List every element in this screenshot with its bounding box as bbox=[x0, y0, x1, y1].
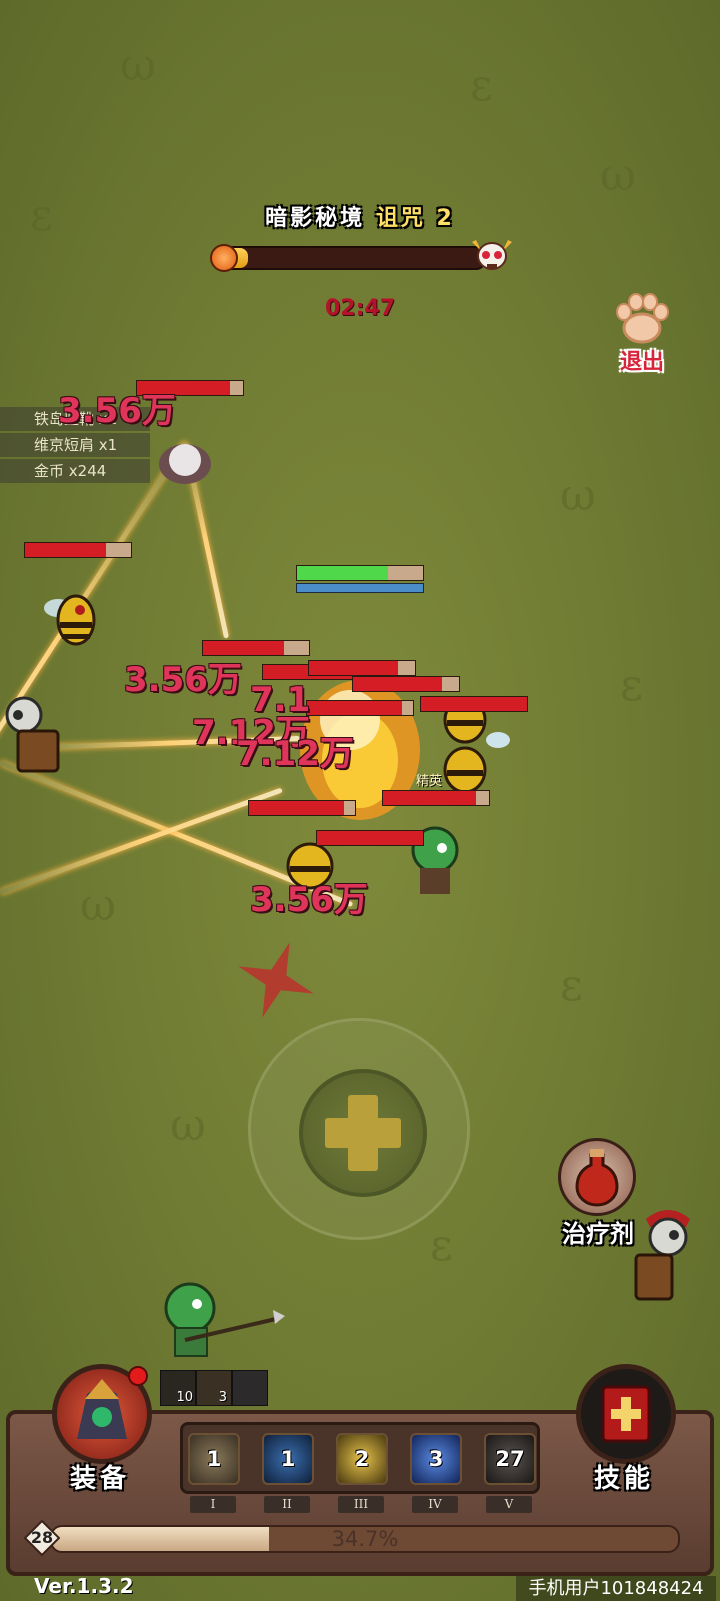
equipment-button[interactable]: 装备 bbox=[48, 1364, 152, 1494]
skill-level: 3 bbox=[428, 1447, 444, 1471]
skill-slot-numeral: I bbox=[190, 1496, 236, 1513]
skill-slot-5[interactable]: 27 bbox=[484, 1433, 536, 1485]
background-doodle: ω bbox=[560, 470, 596, 521]
skills-button-label: 技能 bbox=[593, 1464, 654, 1494]
joystick-knob[interactable] bbox=[299, 1069, 427, 1197]
skill-slot-4[interactable]: 3 bbox=[410, 1433, 462, 1485]
player-hp-bar bbox=[296, 565, 424, 581]
boss-skull-icon bbox=[468, 236, 516, 276]
user-id-label: 手机用户101848424 bbox=[516, 1576, 716, 1601]
background-doodle: ε bbox=[620, 660, 643, 711]
damage-number: 3.56万 bbox=[124, 660, 242, 700]
background-doodle: ε bbox=[560, 960, 583, 1011]
skill-level: 2 bbox=[354, 1447, 370, 1471]
enemy-hp-bar bbox=[306, 700, 414, 716]
exp-percent: 34.7% bbox=[331, 1527, 399, 1551]
stage-title: 暗影秘境 诅咒 2 bbox=[0, 200, 720, 232]
enemy-hp-bar bbox=[352, 676, 460, 692]
buff-count: 10 bbox=[176, 1390, 193, 1405]
enemy-hp-bar bbox=[382, 790, 490, 806]
enemy-hp-bar bbox=[24, 542, 132, 558]
stage-progress-bar bbox=[214, 246, 486, 270]
enemy-hp-bar bbox=[316, 830, 424, 846]
background-doodle: ω bbox=[600, 150, 636, 201]
skill-level: 27 bbox=[495, 1447, 525, 1471]
skill-slot-numeral: IV bbox=[412, 1496, 458, 1513]
enemy-hp-bar bbox=[248, 800, 356, 816]
laser-beam bbox=[0, 787, 283, 895]
version-label: Ver.1.3.2 bbox=[34, 1574, 134, 1598]
background-doodle: ε bbox=[470, 60, 493, 111]
skeleton-shield-enemy bbox=[0, 695, 70, 775]
exit-button[interactable]: 退出 bbox=[606, 290, 678, 375]
damage-number: 7.12万 bbox=[236, 734, 354, 774]
potion-button-label: 治疗剂 bbox=[562, 1220, 634, 1248]
exit-button-label: 退出 bbox=[619, 350, 664, 375]
curse-level: 诅咒 2 bbox=[375, 206, 455, 231]
skill-slot-numeral: II bbox=[264, 1496, 310, 1513]
player-mana-bar bbox=[296, 583, 424, 593]
potion-icon bbox=[558, 1138, 636, 1216]
equipment-button-label: 装备 bbox=[69, 1464, 130, 1494]
damage-number: 3.56万 bbox=[58, 391, 176, 431]
spellbook-icon bbox=[576, 1364, 676, 1464]
target-marker-icon bbox=[236, 940, 316, 1020]
skill-slot-2[interactable]: 1 bbox=[262, 1433, 314, 1485]
buff-icon: 3 bbox=[196, 1370, 232, 1406]
bee-enemy bbox=[38, 580, 108, 660]
skill-slot-3[interactable]: 2 bbox=[336, 1433, 388, 1485]
exp-bar: 34.7% bbox=[50, 1525, 680, 1553]
enemy-hp-bar bbox=[420, 696, 528, 712]
skill-level: 1 bbox=[206, 1447, 222, 1471]
potion-button[interactable]: 治疗剂 bbox=[548, 1138, 648, 1250]
skill-slot-numeral: III bbox=[338, 1496, 384, 1513]
loot-log-item: 金币 x244 bbox=[0, 459, 150, 483]
enemy-hp-bar bbox=[308, 660, 416, 676]
elite-label: 精英 bbox=[416, 774, 443, 789]
progress-marker-icon bbox=[210, 244, 238, 272]
virtual-joystick[interactable] bbox=[248, 1018, 470, 1240]
goblin-spear-enemy bbox=[155, 1280, 285, 1360]
skill-level: 1 bbox=[280, 1447, 296, 1471]
hooded-figure-icon bbox=[232, 1370, 268, 1406]
enemy-monster bbox=[150, 430, 220, 490]
level-badge: 28 bbox=[24, 1520, 60, 1556]
buff-icon: 10 bbox=[160, 1370, 196, 1406]
paw-icon bbox=[616, 293, 669, 344]
stage-name: 暗影秘境 bbox=[265, 206, 366, 231]
move-cross-icon bbox=[325, 1118, 401, 1148]
skill-slot-numeral: V bbox=[486, 1496, 532, 1513]
background-doodle: ω bbox=[120, 40, 156, 91]
notification-dot bbox=[128, 1366, 148, 1386]
damage-number: 3.56万 bbox=[250, 880, 368, 920]
buff-count: 3 bbox=[218, 1390, 227, 1405]
skill-slot-1[interactable]: 1 bbox=[188, 1433, 240, 1485]
background-doodle: ε bbox=[430, 1220, 453, 1271]
background-doodle: ω bbox=[170, 1100, 206, 1151]
loot-log-item: 维京短肩 x1 bbox=[0, 433, 150, 457]
skills-button[interactable]: 技能 bbox=[572, 1364, 676, 1494]
player-level: 28 bbox=[30, 1528, 54, 1547]
background-doodle: ω bbox=[80, 880, 116, 931]
